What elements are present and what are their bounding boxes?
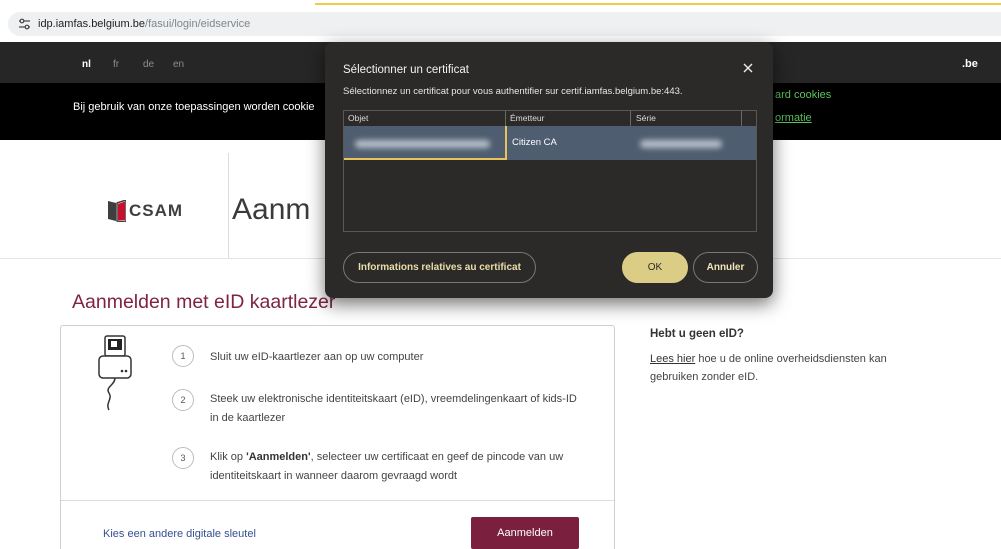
step-number: 3 xyxy=(172,447,194,469)
step-text: Steek uw elektronische identiteitskaart … xyxy=(210,393,577,405)
login-button[interactable]: Aanmelden xyxy=(471,517,579,549)
no-eid-title: Hebt u geen eID? xyxy=(650,328,744,340)
section-heading: Aanmelden met eID kaartlezer xyxy=(72,291,336,313)
step-text-suffix: , selecteer uw certificaat en geef de pi… xyxy=(310,451,564,463)
no-eid-text: Lees hier hoe u de online overheidsdiens… xyxy=(650,351,887,367)
column-header-emetteur: Émetteur xyxy=(510,113,545,123)
no-eid-text-rest: hoe u de online overheidsdiensten kan xyxy=(695,353,887,365)
cancel-button[interactable]: Annuler xyxy=(693,252,758,283)
certificate-table: Objet Émetteur Série Citizen CA xyxy=(343,110,757,232)
step-number: 2 xyxy=(172,389,194,411)
step-number: 1 xyxy=(172,345,194,367)
column-separator xyxy=(505,111,506,126)
redacted-serie xyxy=(640,140,722,148)
column-header-objet: Objet xyxy=(348,113,369,123)
cell-emetteur: Citizen CA xyxy=(512,137,557,148)
page-title: Aanm xyxy=(232,193,311,226)
read-here-link[interactable]: Lees hier xyxy=(650,353,695,365)
step-text: Sluit uw eID-kaartlezer aan op uw comput… xyxy=(210,351,424,363)
column-separator xyxy=(630,111,631,126)
browser-toolbar: idp.iamfas.belgium.be/fasui/login/eidser… xyxy=(0,0,1001,42)
lang-fr[interactable]: fr xyxy=(113,58,119,72)
eid-instructions-card: 1 Sluit uw eID-kaartlezer aan op uw comp… xyxy=(60,325,615,549)
lang-nl[interactable]: nl xyxy=(82,58,91,72)
step-text: in de kaartlezer xyxy=(210,412,286,424)
dialog-subtitle: Sélectionnez un certificat pour vous aut… xyxy=(343,86,683,97)
lang-de[interactable]: de xyxy=(143,58,154,72)
url-host: idp.iamfas.belgium.be xyxy=(38,18,146,30)
alternative-key-link[interactable]: Kies een andere digitale sleutel xyxy=(103,526,256,542)
csam-logo[interactable]: CSAM xyxy=(108,200,183,222)
certificate-info-button[interactable]: Informations relatives au certificat xyxy=(343,252,536,283)
redacted-objet xyxy=(355,140,490,148)
logo-text: CSAM xyxy=(129,201,184,220)
cookie-info-link[interactable]: ormatie xyxy=(775,110,812,126)
table-header: Objet Émetteur Série xyxy=(344,111,756,126)
close-icon[interactable] xyxy=(743,63,753,73)
table-row[interactable]: Citizen CA xyxy=(344,126,756,160)
cookie-text: Bij gebruik van onze toepassingen worden… xyxy=(73,101,315,113)
lang-en[interactable]: en xyxy=(173,58,184,72)
belgium-be-logo[interactable]: .be xyxy=(962,57,978,71)
card-divider xyxy=(61,500,614,501)
step-text: identiteitskaart in wanneer daarom gevra… xyxy=(210,470,458,482)
no-eid-text: gebruiken zonder eID. xyxy=(650,371,759,383)
csam-logo-icon xyxy=(108,200,126,222)
step-text-prefix: Klik op xyxy=(210,451,247,463)
url-path: /fasui/login/eidservice xyxy=(145,18,251,30)
card-reader-icon xyxy=(98,335,132,411)
address-bar[interactable]: idp.iamfas.belgium.be/fasui/login/eidser… xyxy=(8,12,1001,36)
column-header-serie: Série xyxy=(636,113,656,123)
ok-button[interactable]: OK xyxy=(622,252,688,283)
step-text: Klik op 'Aanmelden', selecteer uw certif… xyxy=(210,449,563,465)
step-text-emphasis: 'Aanmelden' xyxy=(246,451,311,463)
dialog-title: Sélectionner un certificat xyxy=(343,64,469,76)
header-divider xyxy=(228,153,229,258)
certificate-dialog: Sélectionner un certificat Sélectionnez … xyxy=(325,42,773,298)
url-text[interactable]: idp.iamfas.belgium.be/fasui/login/eidser… xyxy=(38,17,250,31)
page-load-progress-bar xyxy=(315,3,1001,5)
site-settings-icon[interactable] xyxy=(18,18,31,30)
column-separator xyxy=(741,111,742,126)
cookie-settings-link[interactable]: ard cookies xyxy=(775,87,831,103)
